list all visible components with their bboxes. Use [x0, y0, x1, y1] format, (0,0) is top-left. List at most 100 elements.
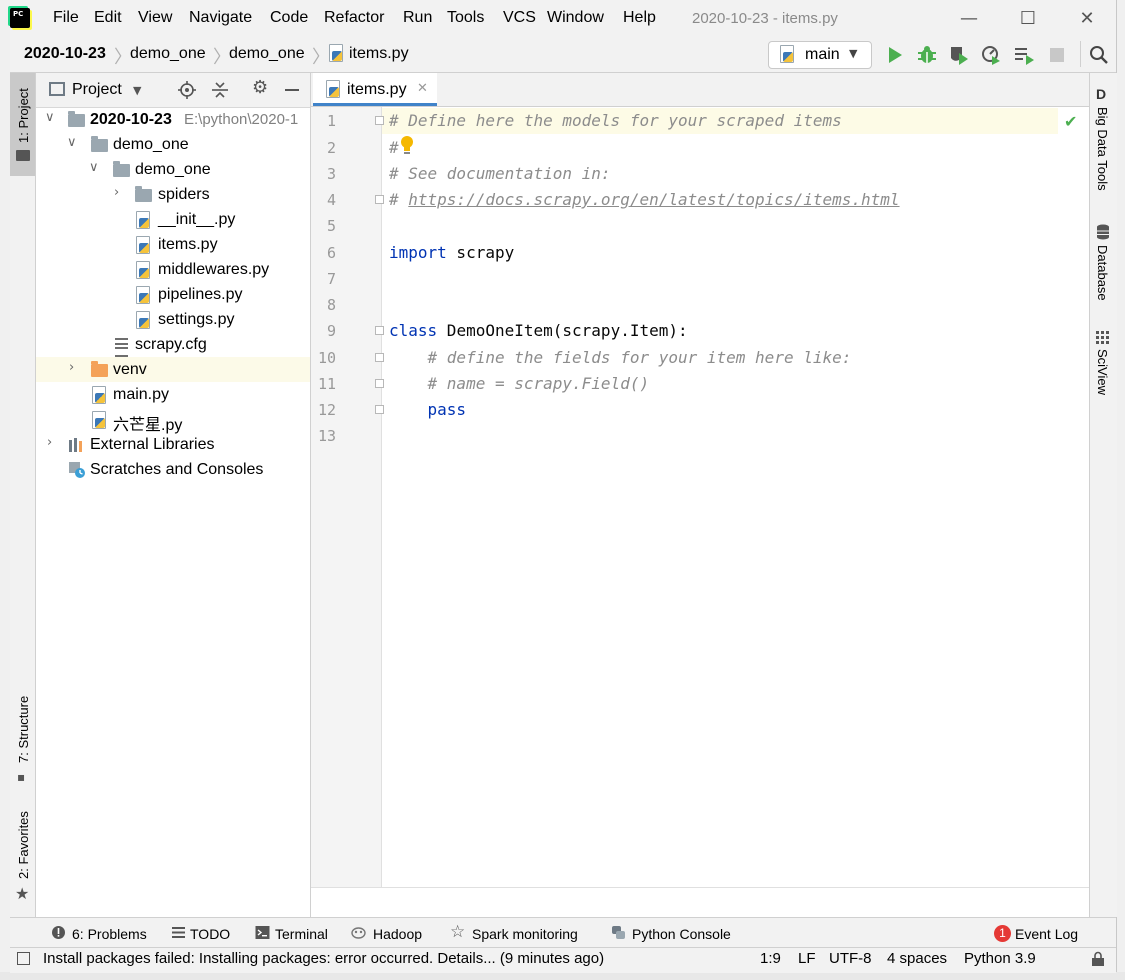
sciview-tab[interactable]: SciView	[1095, 349, 1110, 395]
tree-item-middlewares-py[interactable]: middlewares.py	[36, 257, 310, 282]
tree-item-items-py[interactable]: items.py	[36, 232, 310, 257]
menu-vcs[interactable]: VCS	[503, 9, 536, 27]
hide-panel-icon[interactable]	[285, 89, 299, 91]
spark-icon: ☆	[450, 922, 466, 942]
python-interpreter[interactable]: Python 3.9	[964, 950, 1036, 967]
menu-view[interactable]: View	[138, 9, 172, 27]
tree-item-scrapy-cfg[interactable]: scrapy.cfg	[36, 332, 310, 357]
folder-icon	[91, 136, 108, 152]
menu-edit[interactable]: Edit	[94, 9, 122, 27]
run-icon[interactable]	[884, 44, 906, 66]
breadcrumb-project[interactable]: 2020-10-23	[24, 45, 106, 63]
documentation-link[interactable]: https://docs.scrapy.org/en/latest/topics…	[408, 190, 899, 209]
run-list-icon[interactable]	[1013, 44, 1035, 66]
menu-file[interactable]: File	[53, 9, 79, 27]
coverage-icon[interactable]	[948, 44, 970, 66]
tree-item-hexagram-py[interactable]: 六芒星.py	[36, 407, 310, 434]
minimize-button[interactable]: —	[956, 6, 982, 32]
indent-setting[interactable]: 4 spaces	[887, 950, 947, 967]
tree-item-main-py[interactable]: main.py	[36, 382, 310, 407]
tree-item-project-root[interactable]: ∨ 2020-10-23 E:\python\2020-1	[36, 107, 310, 132]
tree-item-scratches[interactable]: Scratches and Consoles	[36, 457, 310, 482]
favorites-tool-tab[interactable]: 2: Favorites	[16, 811, 31, 879]
excluded-folder-icon	[91, 361, 108, 377]
project-tool-tab[interactable]: 1: Project	[16, 88, 31, 143]
library-icon	[69, 438, 82, 452]
tree-item-external-libraries[interactable]: › External Libraries	[36, 432, 310, 457]
status-message[interactable]: Install packages failed: Installing pack…	[43, 950, 604, 967]
sciview-icon	[1096, 331, 1109, 344]
structure-tool-tab[interactable]: 7: Structure	[16, 696, 31, 763]
hadoop-tab[interactable]: Hadoop	[373, 926, 422, 942]
python-file-icon	[135, 236, 151, 254]
project-panel-title[interactable]: Project	[72, 81, 122, 99]
code-line-12: pass	[389, 400, 467, 419]
line-separator[interactable]: LF	[798, 950, 816, 967]
tree-item-init-py[interactable]: __init__.py	[36, 207, 310, 232]
maximize-button[interactable]: ☐	[1015, 6, 1041, 32]
debug-icon[interactable]	[916, 44, 938, 66]
breadcrumb-items-py[interactable]: items.py	[349, 45, 409, 63]
todo-tab[interactable]: TODO	[190, 926, 230, 942]
file-encoding[interactable]: UTF-8	[829, 950, 872, 967]
menu-navigate[interactable]: Navigate	[189, 9, 252, 27]
window-border-right	[1116, 0, 1125, 980]
menu-code[interactable]: Code	[270, 9, 308, 27]
search-icon[interactable]	[1088, 44, 1110, 66]
run-configuration-select[interactable]: main ▼	[768, 41, 872, 69]
tree-item-label: venv	[113, 361, 147, 378]
keyword-import: import	[389, 243, 447, 262]
code-comment-prefix: #	[389, 190, 409, 209]
profile-icon[interactable]	[980, 44, 1002, 66]
menu-window[interactable]: Window	[547, 9, 604, 27]
menu-run[interactable]: Run	[403, 9, 432, 27]
chevron-down-icon[interactable]: ▼	[133, 84, 141, 97]
problems-tab[interactable]: 6: Problems	[72, 926, 147, 942]
terminal-tab[interactable]: Terminal	[275, 926, 328, 942]
tree-item-spiders[interactable]: › spiders	[36, 182, 310, 207]
tree-item-settings-py[interactable]: settings.py	[36, 307, 310, 332]
code-editor[interactable]	[382, 107, 1088, 887]
inspection-ok-icon[interactable]: ✔	[1064, 112, 1077, 131]
database-tab[interactable]: Database	[1095, 245, 1110, 301]
fold-marker-icon[interactable]	[375, 353, 384, 362]
tree-item-pipelines-py[interactable]: pipelines.py	[36, 282, 310, 307]
breadcrumb-demo-one-package[interactable]: demo_one	[229, 45, 305, 63]
python-file-icon	[135, 261, 151, 279]
spark-monitoring-tab[interactable]: Spark monitoring	[472, 926, 578, 942]
fold-marker-icon[interactable]	[375, 195, 384, 204]
line-number: 4	[326, 191, 336, 209]
stop-icon[interactable]	[1046, 44, 1068, 66]
caret-position[interactable]: 1:9	[760, 950, 781, 967]
fold-marker-icon[interactable]	[375, 405, 384, 414]
python-icon	[779, 45, 795, 63]
python-console-tab[interactable]: Python Console	[632, 926, 731, 942]
tree-item-demo-one[interactable]: ∨ demo_one	[36, 132, 310, 157]
fold-marker-icon[interactable]	[375, 326, 384, 335]
chevron-down-icon: ▼	[849, 47, 858, 60]
breadcrumb-demo-one[interactable]: demo_one	[130, 45, 206, 63]
close-button[interactable]: ✕	[1074, 6, 1100, 32]
code-line-9: class DemoOneItem(scrapy.Item):	[389, 321, 688, 340]
tree-item-label: pipelines.py	[158, 286, 243, 303]
fold-marker-icon[interactable]	[375, 116, 384, 125]
code-text: scrapy	[446, 243, 515, 262]
menu-tools[interactable]: Tools	[447, 9, 484, 27]
close-tab-icon[interactable]: ✕	[417, 81, 428, 96]
lock-icon[interactable]	[1090, 951, 1106, 967]
fold-marker-icon[interactable]	[375, 379, 384, 388]
event-log-tab[interactable]: Event Log	[1015, 926, 1078, 942]
locate-icon[interactable]	[178, 81, 196, 99]
python-file-icon	[135, 286, 151, 304]
menu-help[interactable]: Help	[623, 9, 656, 27]
chevron-right-icon: ›	[47, 435, 53, 450]
editor-tab-items-py[interactable]: items.py ✕	[313, 73, 437, 106]
tree-item-demo-one-package[interactable]: ∨ demo_one	[36, 157, 310, 182]
collapse-all-icon[interactable]	[211, 81, 229, 99]
toggle-tool-windows-icon[interactable]	[17, 952, 30, 965]
gear-icon[interactable]: ⚙	[252, 77, 268, 98]
tree-item-venv[interactable]: › venv	[36, 357, 310, 382]
big-data-tools-tab[interactable]: Big Data Tools	[1095, 107, 1110, 191]
menu-refactor[interactable]: Refactor	[324, 9, 384, 27]
lightbulb-icon[interactable]	[399, 135, 415, 155]
